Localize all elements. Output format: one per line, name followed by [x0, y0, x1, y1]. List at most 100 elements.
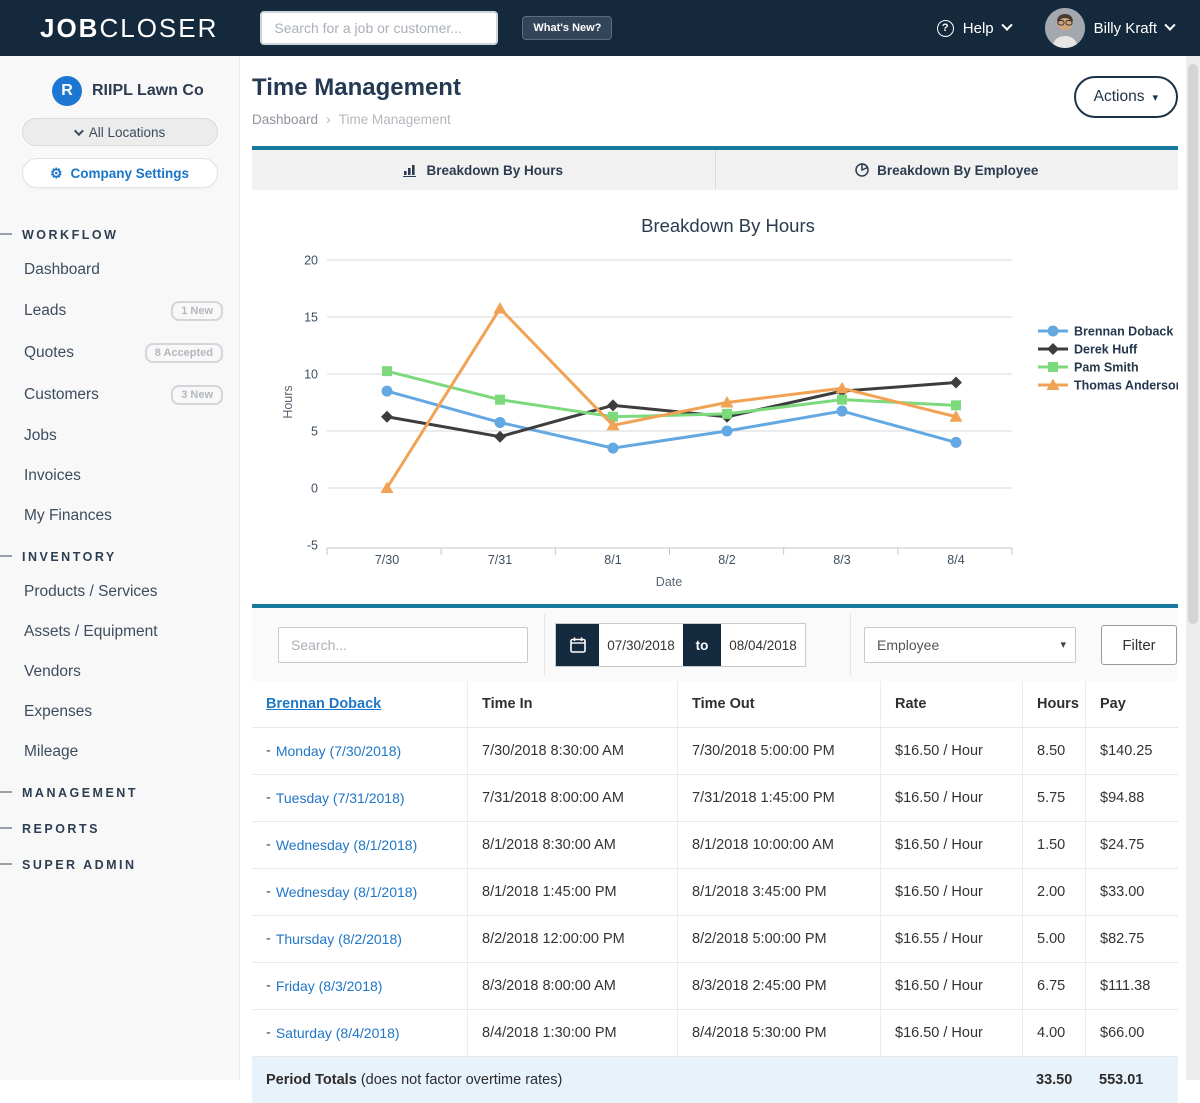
app-logo[interactable]: JOBCLOSER [40, 13, 218, 44]
day-dash: - [266, 837, 271, 853]
page-title: Time Management [252, 74, 461, 102]
gear-icon: ⚙ [50, 166, 63, 180]
sidebar-item-label: Vendors [24, 663, 81, 681]
time-out-cell: 7/30/2018 5:00:00 PM [677, 728, 880, 774]
pay-cell: $111.38 [1085, 963, 1178, 1009]
help-label: Help [963, 20, 994, 37]
sidebar-item-label: Products / Services [24, 583, 158, 601]
date-from-input[interactable] [599, 624, 683, 666]
scrollbar[interactable] [1186, 56, 1200, 1080]
time-in-cell: 8/1/2018 1:45:00 PM [467, 869, 677, 915]
company-settings-label: Company Settings [71, 166, 190, 181]
day-link[interactable]: Monday (7/30/2018) [276, 743, 401, 759]
day-link[interactable]: Thursday (8/2/2018) [276, 931, 402, 947]
sidebar-item-invoices[interactable]: Invoices [0, 456, 239, 496]
rate-cell: $16.50 / Hour [880, 869, 1022, 915]
day-cell: -Thursday (8/2/2018) [252, 916, 467, 962]
svg-text:10: 10 [304, 368, 318, 382]
sidebar-item-label: Quotes [24, 344, 74, 362]
bar-chart-icon [403, 163, 418, 177]
day-dash: - [266, 978, 271, 994]
sidebar-item-label: My Finances [24, 507, 112, 525]
day-link[interactable]: Tuesday (7/31/2018) [276, 790, 405, 806]
svg-text:Hours: Hours [281, 385, 295, 418]
day-link[interactable]: Saturday (8/4/2018) [276, 1025, 400, 1041]
tab-breakdown-by-employee[interactable]: Breakdown By Employee [715, 150, 1179, 190]
time-out-cell: 8/1/2018 10:00:00 AM [677, 822, 880, 868]
sidebar-item-customers[interactable]: Customers3 New [0, 374, 239, 416]
table-row: -Friday (8/3/2018)8/3/2018 8:00:00 AM8/3… [252, 963, 1178, 1010]
hours-cell: 5.75 [1022, 775, 1085, 821]
column-hours: Hours [1022, 681, 1085, 727]
svg-text:7/31: 7/31 [488, 553, 512, 567]
day-cell: -Saturday (8/4/2018) [252, 1010, 467, 1056]
sidebar-item-label: Dashboard [24, 261, 100, 279]
svg-text:0: 0 [311, 482, 318, 496]
company-settings-button[interactable]: ⚙ Company Settings [22, 158, 218, 188]
filter-button[interactable]: Filter [1101, 625, 1177, 665]
sidebar-item-assets-equipment[interactable]: Assets / Equipment [0, 612, 239, 652]
svg-text:8/3: 8/3 [833, 553, 850, 567]
hours-cell: 8.50 [1022, 728, 1085, 774]
table-header-row: Brennan Doback Time In Time Out Rate Hou… [252, 681, 1178, 728]
total-pay: 553.01 [1085, 1072, 1178, 1088]
scrollbar-thumb[interactable] [1188, 64, 1198, 624]
user-menu[interactable]: Billy Kraft [1045, 8, 1174, 48]
rate-cell: $16.55 / Hour [880, 916, 1022, 962]
svg-text:5: 5 [311, 425, 318, 439]
employee-name-link[interactable]: Brennan Doback [266, 696, 381, 712]
pay-cell: $66.00 [1085, 1010, 1178, 1056]
time-out-cell: 8/3/2018 2:45:00 PM [677, 963, 880, 1009]
breadcrumb-dashboard[interactable]: Dashboard [252, 112, 318, 127]
day-cell: -Friday (8/3/2018) [252, 963, 467, 1009]
sidebar-item-vendors[interactable]: Vendors [0, 652, 239, 692]
actions-label: Actions [1094, 88, 1145, 106]
time-in-cell: 7/30/2018 8:30:00 AM [467, 728, 677, 774]
sidebar-badge: 1 New [171, 301, 223, 321]
pay-cell: $33.00 [1085, 869, 1178, 915]
rate-cell: $16.50 / Hour [880, 1010, 1022, 1056]
svg-text:Pam Smith: Pam Smith [1074, 361, 1139, 375]
sidebar-item-products-services[interactable]: Products / Services [0, 572, 239, 612]
all-locations-dropdown[interactable]: All Locations [22, 118, 218, 146]
company-name: RIIPL Lawn Co [92, 82, 204, 100]
day-link[interactable]: Wednesday (8/1/2018) [276, 884, 417, 900]
tab-label: Breakdown By Hours [426, 163, 563, 178]
sidebar-item-my-finances[interactable]: My Finances [0, 496, 239, 536]
date-range-control: to [555, 623, 806, 667]
app-logo-bold: JOB [40, 13, 99, 43]
sidebar-nav: WORKFLOWDashboardLeads1 NewQuotes8 Accep… [0, 214, 239, 880]
day-link[interactable]: Wednesday (8/1/2018) [276, 837, 417, 853]
rate-cell: $16.50 / Hour [880, 775, 1022, 821]
sidebar-section-super-admin: SUPER ADMIN [0, 844, 239, 880]
sidebar-item-leads[interactable]: Leads1 New [0, 290, 239, 332]
sidebar-section-inventory: INVENTORY [0, 536, 239, 572]
company-header: R RIIPL Lawn Co [52, 76, 239, 106]
sidebar-item-expenses[interactable]: Expenses [0, 692, 239, 732]
sidebar: R RIIPL Lawn Co All Locations ⚙ Company … [0, 56, 240, 1080]
section-label: MANAGEMENT [22, 786, 138, 800]
whats-new-button[interactable]: What's New? [522, 16, 612, 40]
navbar-right: ? Help Billy Kraft [937, 8, 1200, 48]
date-to-label: to [683, 624, 721, 666]
pie-chart-icon [855, 163, 869, 177]
sidebar-item-mileage[interactable]: Mileage [0, 732, 239, 772]
sidebar-item-dashboard[interactable]: Dashboard [0, 250, 239, 290]
sidebar-section-management: MANAGEMENT [0, 772, 239, 808]
sidebar-section-reports: REPORTS [0, 808, 239, 844]
svg-text:Breakdown By Hours: Breakdown By Hours [641, 215, 815, 236]
table-search-input[interactable] [278, 627, 528, 663]
day-cell: -Monday (7/30/2018) [252, 728, 467, 774]
day-link[interactable]: Friday (8/3/2018) [276, 978, 383, 994]
svg-text:8/2: 8/2 [718, 553, 735, 567]
actions-button[interactable]: Actions ▾ [1074, 76, 1178, 118]
pay-cell: $24.75 [1085, 822, 1178, 868]
calendar-button[interactable] [556, 624, 599, 666]
employee-select[interactable]: Employee [864, 627, 1076, 663]
sidebar-item-jobs[interactable]: Jobs [0, 416, 239, 456]
global-search-input[interactable] [260, 11, 498, 45]
date-to-input[interactable] [721, 624, 805, 666]
help-menu[interactable]: ? Help [937, 20, 1011, 37]
tab-breakdown-by-hours[interactable]: Breakdown By Hours [252, 150, 715, 190]
sidebar-item-quotes[interactable]: Quotes8 Accepted [0, 332, 239, 374]
